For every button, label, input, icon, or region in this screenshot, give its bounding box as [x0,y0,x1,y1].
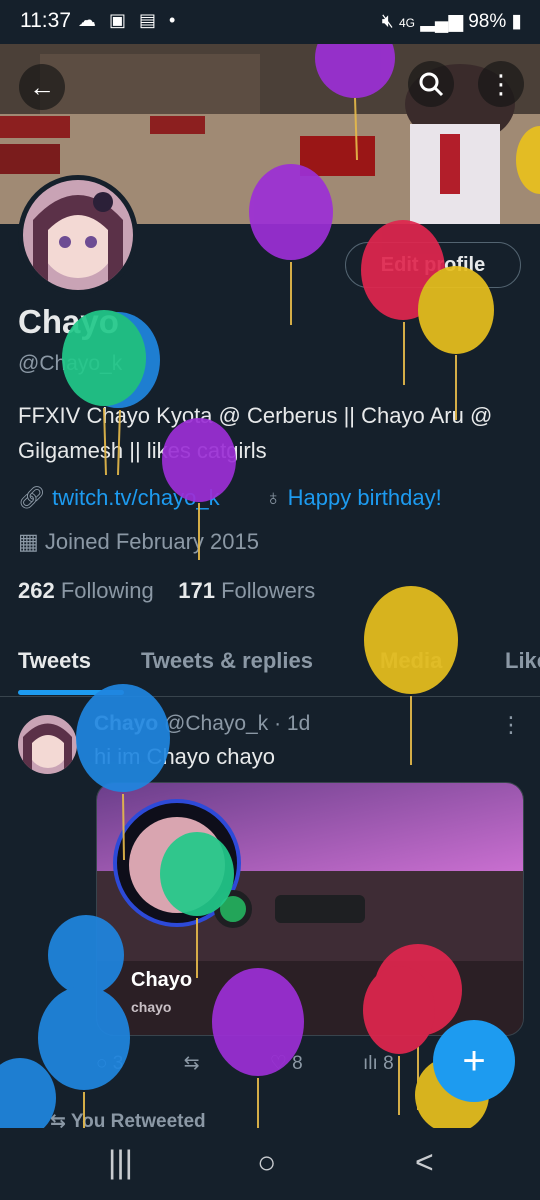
tab-tweets[interactable]: Tweets [18,648,91,674]
like-count: 8 [292,1053,303,1074]
status-right: 🔇︎ 4G ▂▄▆ 98% ▮ [382,10,522,33]
tweet-avatar[interactable] [18,715,77,774]
tab-likes[interactable]: Likes [505,648,540,674]
search-icon [419,72,444,97]
card-image [97,783,523,1035]
card-name: Chayo [131,969,193,991]
joined-row: ▦ Joined February 2015 [18,529,259,555]
home-button[interactable]: ○ [257,1144,276,1181]
profile-stats: 262 Following 171 Followers [18,578,315,604]
active-tab-indicator [18,690,124,695]
followers-label: Followers [221,578,316,603]
birthday-row: ♁ Happy birthday! [265,485,442,511]
balloon-icon: ♁ [265,485,282,510]
tweet-more-icon[interactable]: ⋮ [500,712,522,738]
views-count: 8 [383,1053,394,1074]
tweet-time: · 1d [274,712,311,735]
back-button[interactable]: ← [19,64,65,110]
joined-text: Joined February 2015 [44,529,259,554]
profile-tabs: Tweets Tweets & replies Media Likes [0,638,540,697]
tweet-text: hi im Chayo chayo [94,744,275,769]
profile-link-row: 🔗︎ twitch.tv/chayo_k [18,485,220,511]
profile-avatar[interactable] [18,175,138,295]
reply-button[interactable]: ○ 3 [96,1053,123,1074]
more-vertical-icon: ⋮ [488,68,514,99]
edit-profile-button[interactable]: Edit profile [345,242,521,288]
link-icon: 🔗︎ [18,485,46,510]
tweet-actions: ○ 3 ⇆ ♡ 8 ılı 8 [96,1052,394,1075]
retweet-button[interactable]: ⇆ [184,1053,200,1074]
reply-icon: ○ [96,1053,108,1074]
system-back-button[interactable]: < [415,1144,434,1181]
tweet-media-card[interactable]: Chayo chayo [96,782,524,1036]
status-time: 11:37 [20,9,71,32]
followers-count: 171 [178,578,215,603]
arrow-left-icon: ← [29,71,55,102]
balloon-yellow-1 [418,266,494,420]
profile-name: Chayo [18,303,119,340]
like-button[interactable]: ♡ 8 [270,1053,303,1074]
balloon-blue-5 [0,1058,56,1128]
retweet-icon: ⇆ [183,1053,200,1074]
avatar-image [23,180,133,290]
profile-link[interactable]: twitch.tv/chayo_k [52,485,220,510]
birthday-text[interactable]: Happy birthday! [288,485,442,510]
followers-link[interactable]: 171 Followers [178,578,315,603]
heart-icon: ♡ [269,1053,287,1074]
more-button[interactable]: ⋮ [478,61,524,107]
tab-media[interactable]: Media [380,648,442,674]
card-sub: chayo [131,999,172,1015]
compose-tweet-button[interactable]: + [433,1020,515,1102]
following-link[interactable]: 262 Following [18,578,154,603]
mute-icon: 🔇︎ [381,11,394,32]
tweet-avatar-image [18,715,77,774]
system-nav-bar: ||| ○ < [0,1128,540,1200]
tweet-header: Chayo @Chayo_k · 1d [94,712,310,736]
views-button[interactable]: ılı 8 [363,1053,394,1074]
tweet-author-name[interactable]: Chayo [94,712,158,735]
profile-bio: FFXIV Chayo Kyota @ Cerberus || Chayo Ar… [18,403,493,463]
views-icon: ılı [363,1053,378,1074]
tab-tweets-replies[interactable]: Tweets & replies [141,648,313,674]
calendar-icon: ▦ [18,529,39,554]
battery-label: 98% [468,11,507,32]
reply-count: 3 [112,1053,124,1074]
status-bar: 11:37 ☁ ▣ ▤ • 🔇︎ 4G ▂▄▆ 98% ▮ [0,0,540,44]
notification-icons: ☁ ▣ ▤ • [78,10,180,30]
tweet-author-handle: @Chayo_k [164,712,269,735]
following-label: Following [60,578,154,603]
search-button[interactable] [408,61,454,107]
following-count: 262 [18,578,55,603]
network-label: 4G [398,16,415,30]
signal-icon: ▂▄▆ [420,11,463,32]
profile-handle: @Chayo_k [18,352,123,375]
battery-icon: ▮ [511,11,522,32]
recent-apps-button[interactable]: ||| [108,1144,133,1181]
